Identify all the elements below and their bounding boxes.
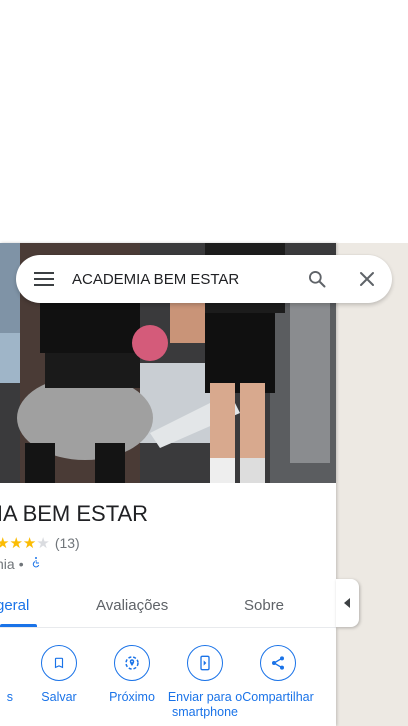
action-label: Salvar — [41, 690, 77, 704]
action-label: Próximo — [109, 690, 155, 704]
action-buttons: s Salvar Próximo Enviar para o smartphon… — [0, 627, 336, 726]
directions-button[interactable]: s — [0, 645, 17, 705]
nearby-button[interactable]: Próximo — [92, 645, 172, 705]
share-button[interactable]: Compartilhar — [238, 645, 318, 705]
tab-about[interactable]: Sobre — [244, 583, 284, 627]
menu-icon[interactable] — [16, 255, 72, 303]
star-icon: ★ — [22, 534, 37, 552]
close-icon[interactable] — [342, 255, 392, 303]
nearby-icon — [114, 645, 150, 681]
save-button[interactable]: Salvar — [19, 645, 99, 705]
star-empty-icon: ★ — [36, 534, 50, 552]
category-label[interactable]: nia — [0, 556, 15, 572]
tab-overview[interactable]: geral — [0, 583, 29, 627]
star-icon: ★ — [0, 534, 10, 552]
place-panel: DEMIA BEM ESTAR ★ ★ ★ ★ (13) nia • geral… — [0, 243, 336, 726]
action-label: s — [6, 690, 13, 704]
tab-bar: geral Avaliações Sobre — [0, 583, 336, 628]
send-to-phone-icon — [187, 645, 223, 681]
map-area-top[interactable] — [0, 0, 408, 243]
rating-row[interactable]: ★ ★ ★ ★ (13) — [0, 535, 80, 551]
wheelchair-icon — [30, 555, 42, 572]
action-label: Enviar para o smartphone — [167, 690, 243, 719]
review-count[interactable]: (13) — [55, 535, 80, 551]
search-box[interactable]: ACADEMIA BEM ESTAR — [16, 255, 392, 303]
separator: • — [18, 555, 24, 572]
chevron-left-icon — [343, 598, 350, 608]
share-icon — [260, 645, 296, 681]
collapse-panel-button[interactable] — [336, 579, 359, 627]
action-label: Compartilhar — [242, 690, 314, 704]
search-icon[interactable] — [292, 255, 342, 303]
category-row: nia • — [0, 555, 42, 572]
star-icon: ★ — [9, 534, 23, 552]
map-area[interactable] — [336, 243, 408, 726]
send-to-phone-button[interactable]: Enviar para o smartphone — [165, 645, 245, 720]
tab-reviews[interactable]: Avaliações — [96, 583, 168, 627]
search-input[interactable]: ACADEMIA BEM ESTAR — [72, 271, 292, 288]
bookmark-icon — [41, 645, 77, 681]
place-title: DEMIA BEM ESTAR — [0, 501, 149, 526]
